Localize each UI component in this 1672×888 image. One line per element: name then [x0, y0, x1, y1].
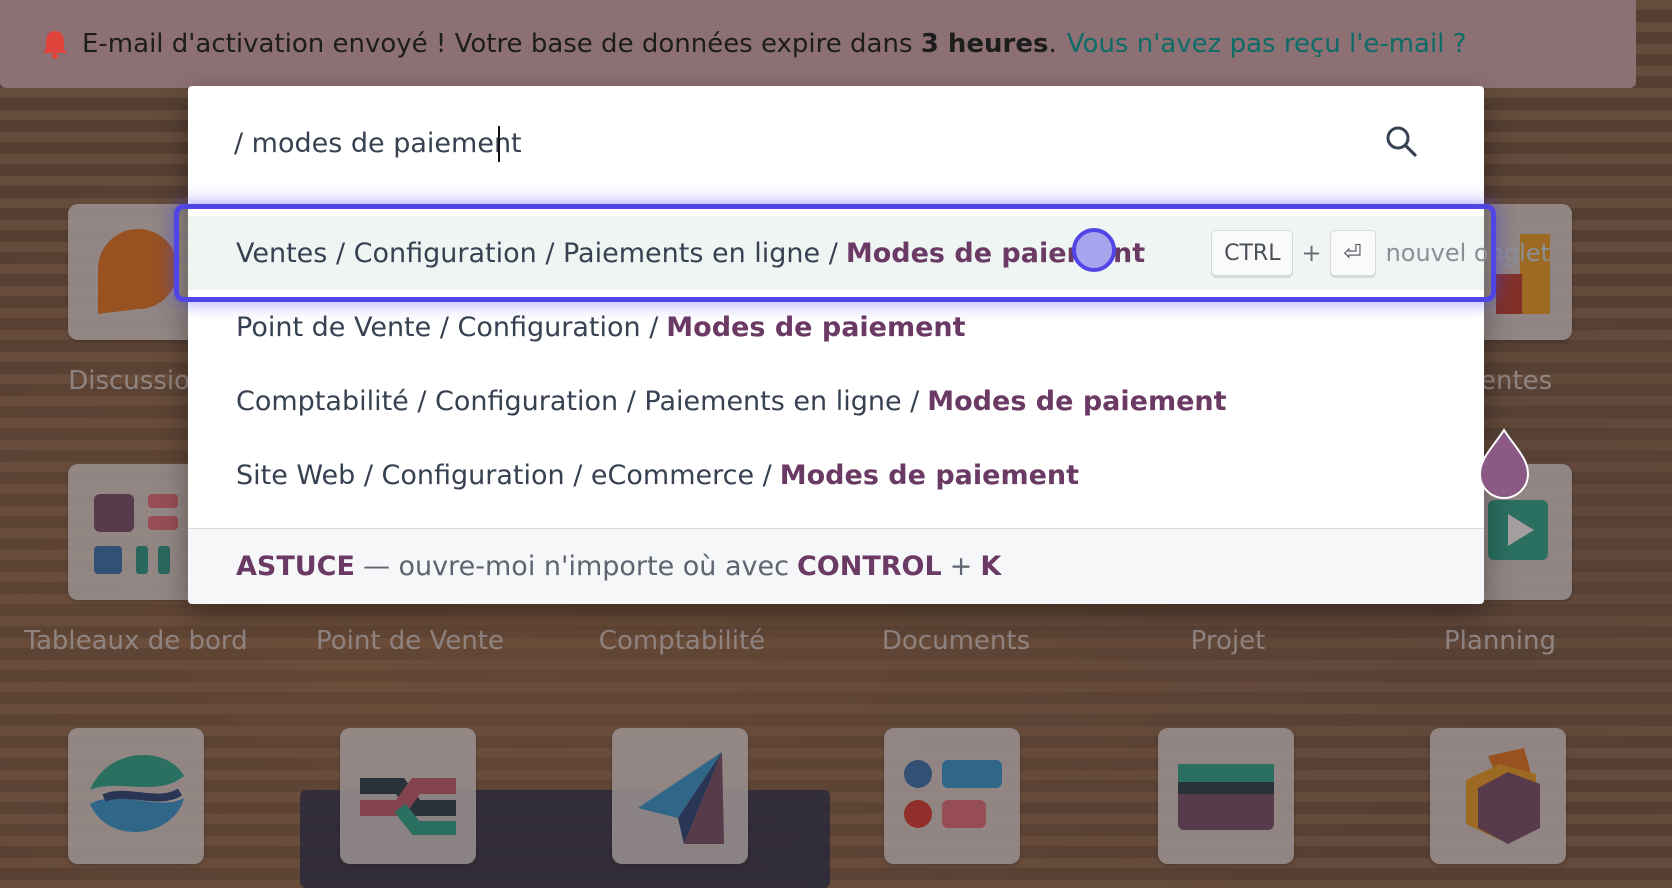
palette-footer: ASTUCE — ouvre-moi n'importe où avec CON…	[188, 528, 1484, 604]
tip-label: ASTUCE	[236, 551, 355, 582]
selected-result-highlight	[174, 204, 1496, 302]
tip-plus: +	[949, 551, 973, 582]
tip-key-control: CONTROL	[796, 551, 942, 582]
search-icon[interactable]	[1384, 124, 1418, 158]
banner-expiry: 3 heures	[920, 29, 1049, 59]
result-item[interactable]: Comptabilité / Configuration / Paiements…	[188, 364, 1484, 438]
tip-text: — ouvre-moi n'importe où avec	[362, 551, 789, 582]
result-path: Point de Vente / Configuration /	[236, 311, 659, 343]
resend-email-link[interactable]: Vous n'avez pas reçu l'e-mail ?	[1067, 29, 1467, 59]
search-row	[188, 86, 1484, 201]
banner-period: .	[1048, 29, 1057, 59]
pointer-drop-icon	[1478, 428, 1530, 499]
result-path: Comptabilité / Configuration / Paiements…	[236, 385, 920, 417]
result-highlight: Modes de paiement	[927, 385, 1227, 417]
search-input[interactable]	[234, 118, 1334, 168]
click-indicator	[1072, 228, 1116, 272]
command-palette: Ventes / Configuration / Paiements en li…	[188, 86, 1550, 604]
activation-banner: E-mail d'activation envoyé ! Votre base …	[0, 0, 1636, 88]
result-highlight: Modes de paiement	[779, 459, 1080, 491]
banner-text: E-mail d'activation envoyé ! Votre base …	[82, 29, 913, 59]
bell-icon	[43, 31, 67, 59]
result-item[interactable]: Site Web / Configuration / eCommerce / M…	[188, 438, 1484, 512]
result-path: Site Web / Configuration / eCommerce /	[236, 459, 772, 491]
text-caret	[498, 126, 500, 162]
result-highlight: Modes de paiement	[666, 311, 966, 343]
tip-key-k: K	[980, 551, 1002, 582]
